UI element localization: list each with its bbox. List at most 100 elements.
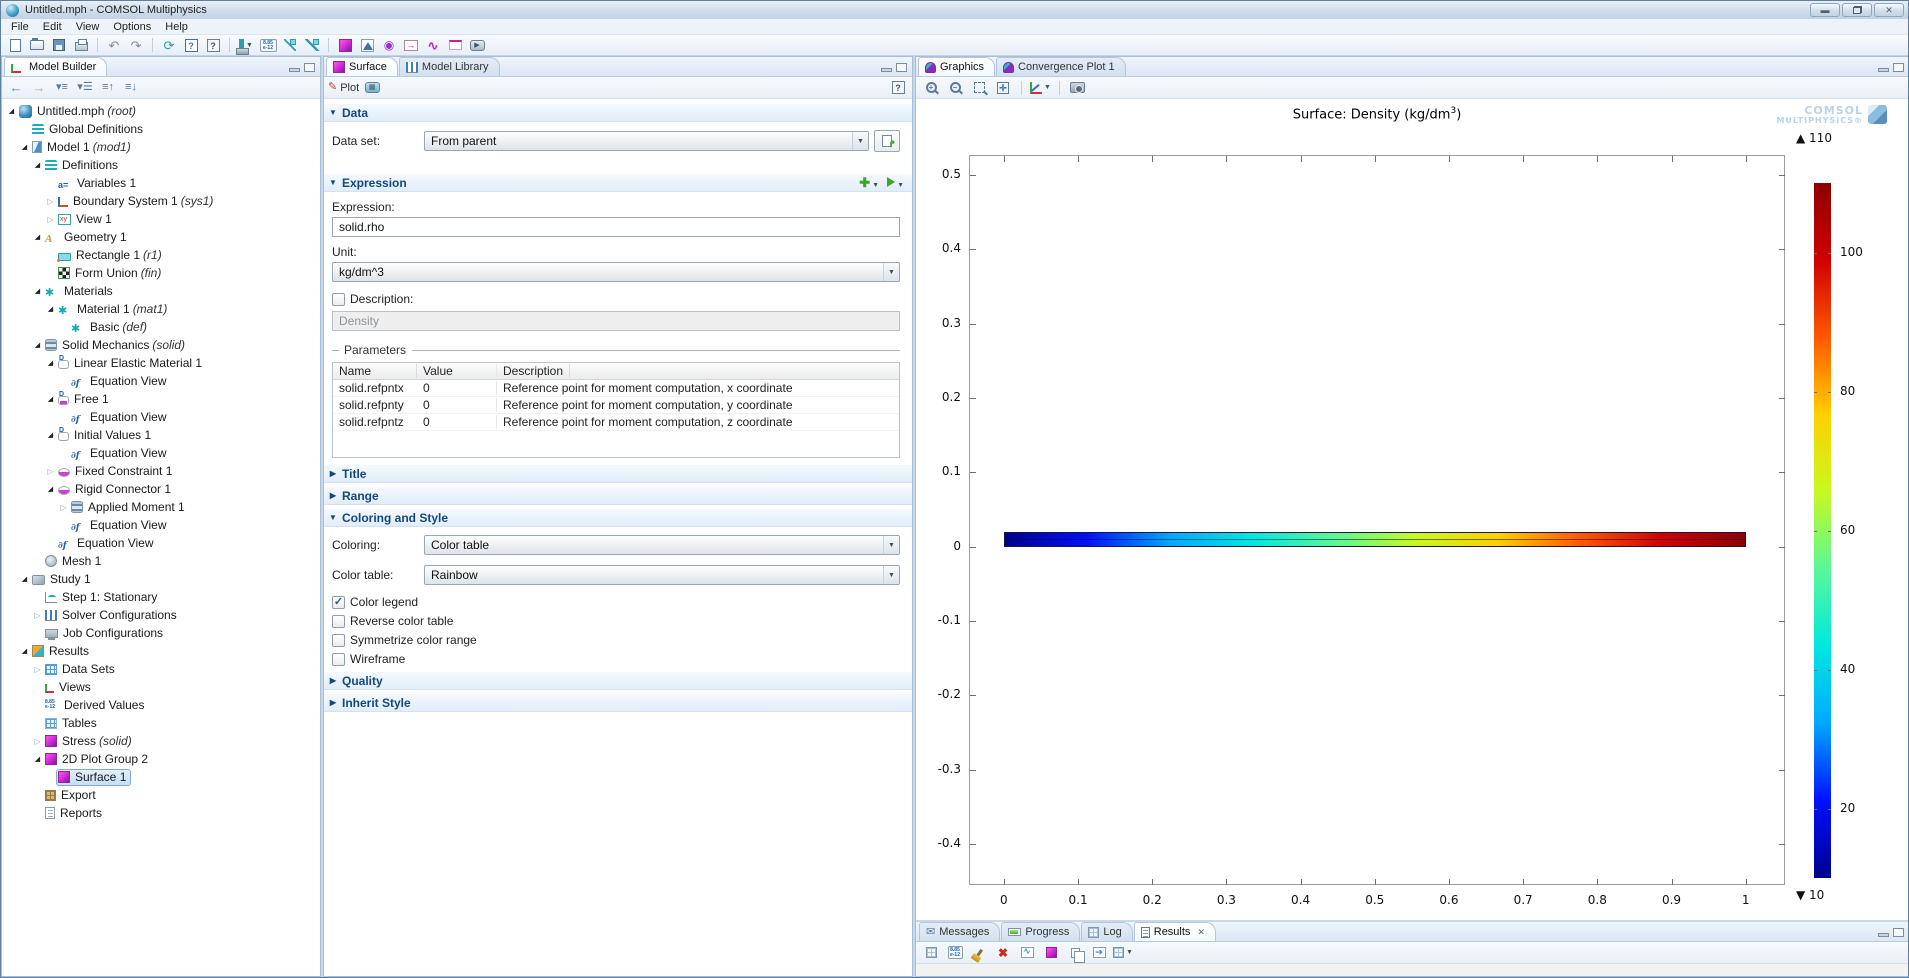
menu-file[interactable]: File	[4, 20, 36, 34]
zoom-box-button[interactable]	[969, 79, 989, 97]
menu-options[interactable]: Options	[106, 20, 158, 34]
column-header-value[interactable]: Value	[417, 364, 497, 378]
tree-item-equation-view[interactable]: Equation View	[2, 516, 320, 534]
spiral-button[interactable]: ◉	[379, 36, 399, 54]
collapse-arrow-icon[interactable]: ◢	[45, 359, 56, 367]
column-header-description[interactable]: Description	[497, 364, 570, 378]
collapse-arrow-icon[interactable]: ◢	[45, 485, 56, 493]
unit-select[interactable]: kg/dm^3 ▼	[332, 262, 900, 282]
minimize-panel-icon[interactable]	[881, 68, 892, 72]
maximize-panel-icon[interactable]	[1893, 928, 1904, 937]
expand-arrow-icon[interactable]: ▷	[32, 611, 43, 620]
new-data-set-button[interactable]	[874, 130, 900, 152]
tree-item-global-definitions[interactable]: Global Definitions	[2, 120, 320, 138]
reverse-color-table-checkbox[interactable]: Reverse color table	[332, 614, 904, 628]
back-button[interactable]: ←	[6, 79, 26, 97]
tree-item-boundary-system-1[interactable]: ▷Boundary System 1(sys1)	[2, 192, 320, 210]
collapse-arrow-icon[interactable]: ◢	[32, 341, 43, 349]
snapshot-button[interactable]	[1068, 79, 1088, 97]
close-button[interactable]: ✕	[1874, 3, 1904, 17]
tree-item-applied-moment-1[interactable]: ▷Applied Moment 1	[2, 498, 320, 516]
section-help-button[interactable]: ?	[888, 79, 908, 97]
color-legend-checkbox[interactable]: ✓Color legend	[332, 595, 904, 609]
minimize-panel-icon[interactable]	[289, 68, 300, 72]
open-file-button[interactable]	[27, 36, 47, 54]
beam-button[interactable]: ∿	[423, 36, 443, 54]
section-expression-header[interactable]: ▼ Expression ✚▼ ▼	[324, 173, 912, 192]
minimize-button[interactable]: ▬	[1810, 3, 1840, 17]
tree-item-variables-1[interactable]: Variables 1	[2, 174, 320, 192]
close-tab-icon[interactable]: ✕	[1197, 927, 1205, 938]
section-quality-header[interactable]: ▶ Quality	[324, 671, 912, 690]
parameter-cell[interactable]: 0	[417, 381, 497, 395]
tab-graphics[interactable]: Graphics	[918, 57, 995, 76]
measure-line-button[interactable]	[280, 36, 300, 54]
print-button[interactable]	[71, 36, 91, 54]
collapse-arrow-icon[interactable]: ◢	[32, 161, 43, 169]
column-header-name[interactable]: Name	[333, 364, 417, 378]
color-plot-button[interactable]	[1041, 944, 1061, 962]
tree-item-surface-1[interactable]: Surface 1	[2, 768, 320, 786]
coloring-select[interactable]: Color table ▼	[424, 535, 900, 555]
tree-item-study-1[interactable]: ◢Study 1	[2, 570, 320, 588]
tree-item-equation-view[interactable]: Equation View	[2, 372, 320, 390]
colortable-select[interactable]: Rainbow ▼	[424, 565, 900, 585]
tree-item-definitions[interactable]: ◢Definitions	[2, 156, 320, 174]
tree-item-untitled-mph[interactable]: ◢Untitled.mph(root)	[2, 102, 320, 120]
dataset-select[interactable]: From parent ▼	[424, 131, 869, 151]
plot-group-button[interactable]	[335, 36, 355, 54]
tree-item-step-1-stationary[interactable]: Step 1: Stationary	[2, 588, 320, 606]
plot-canvas[interactable]: COMSOL MULTIPHYSICS® Surface: Density (k…	[916, 100, 1909, 924]
tab-progress[interactable]: Progress	[1001, 922, 1080, 941]
plot-action-button[interactable]: ✎ Plot	[328, 79, 359, 97]
tree-item-results[interactable]: ◢Results	[2, 642, 320, 660]
tree-item-mesh-1[interactable]: Mesh 1	[2, 552, 320, 570]
constants-button[interactable]: 8.85 e-12	[258, 36, 278, 54]
collapse-arrow-icon[interactable]: ◢	[32, 287, 43, 295]
redo-button[interactable]: ↷	[126, 36, 146, 54]
section-data-header[interactable]: ▼ Data	[324, 103, 912, 122]
tree-item-fixed-constraint-1[interactable]: ▷Fixed Constraint 1	[2, 462, 320, 480]
undo-button[interactable]: ↶	[104, 36, 124, 54]
tree-item-view-1[interactable]: ▷View 1	[2, 210, 320, 228]
menu-view[interactable]: View	[69, 20, 107, 34]
description-checkbox[interactable]: Description:	[332, 292, 904, 306]
export-table-button[interactable]: ➔	[1089, 944, 1109, 962]
tree-item-solid-mechanics[interactable]: ◢Solid Mechanics(solid)	[2, 336, 320, 354]
tab-messages[interactable]: ✉ Messages	[919, 922, 1000, 941]
collapse-arrow-icon[interactable]: ◢	[45, 305, 56, 313]
tree-item-equation-view[interactable]: Equation View	[2, 444, 320, 462]
full-precision-button[interactable]: ▼	[1113, 944, 1133, 962]
collapse-arrow-icon[interactable]: ◢	[32, 755, 43, 763]
zoom-out-button[interactable]: −	[945, 79, 965, 97]
menu-help[interactable]: Help	[158, 20, 195, 34]
tree-item-linear-elastic-material-1[interactable]: ◢Linear Elastic Material 1	[2, 354, 320, 372]
collapse-arrow-icon[interactable]: ◢	[19, 647, 30, 655]
wireframe-checkbox[interactable]: Wireframe	[332, 652, 904, 666]
menu-edit[interactable]: Edit	[36, 20, 69, 34]
expression-input[interactable]: solid.rho	[332, 217, 900, 237]
minimize-panel-icon[interactable]	[1878, 68, 1889, 72]
tree-item-job-configurations[interactable]: Job Configurations	[2, 624, 320, 642]
tree-item-tables[interactable]: Tables	[2, 714, 320, 732]
collapse-all-button[interactable]: ▾≡	[52, 79, 72, 97]
maximize-panel-icon[interactable]	[896, 63, 907, 72]
plot-table-button[interactable]: ∿	[1017, 944, 1037, 962]
tree-item-free-1[interactable]: ◢Free 1	[2, 390, 320, 408]
zoom-extents-button[interactable]: ✛	[993, 79, 1013, 97]
parameter-cell[interactable]: 0	[417, 398, 497, 412]
expand-arrow-icon[interactable]: ▷	[45, 197, 56, 206]
tree-item-form-union[interactable]: Form Union(fin)	[2, 264, 320, 282]
tree-item-geometry-1[interactable]: ◢Geometry 1	[2, 228, 320, 246]
tree-item-equation-view[interactable]: Equation View	[2, 534, 320, 552]
replace-expression-button[interactable]: ▼	[887, 176, 904, 190]
tree-item-basic[interactable]: Basic(def)	[2, 318, 320, 336]
tree-item-reports[interactable]: Reports	[2, 804, 320, 822]
expand-arrow-icon[interactable]: ▷	[58, 503, 69, 512]
clear-table-button[interactable]	[969, 944, 989, 962]
plot-in-window-button[interactable]: ▦	[362, 79, 382, 97]
tree-item-export[interactable]: Export	[2, 786, 320, 804]
show-button[interactable]: ▾☰	[75, 79, 95, 97]
tree-item-data-sets[interactable]: ▷Data Sets	[2, 660, 320, 678]
collapse-arrow-icon[interactable]: ◢	[45, 431, 56, 439]
